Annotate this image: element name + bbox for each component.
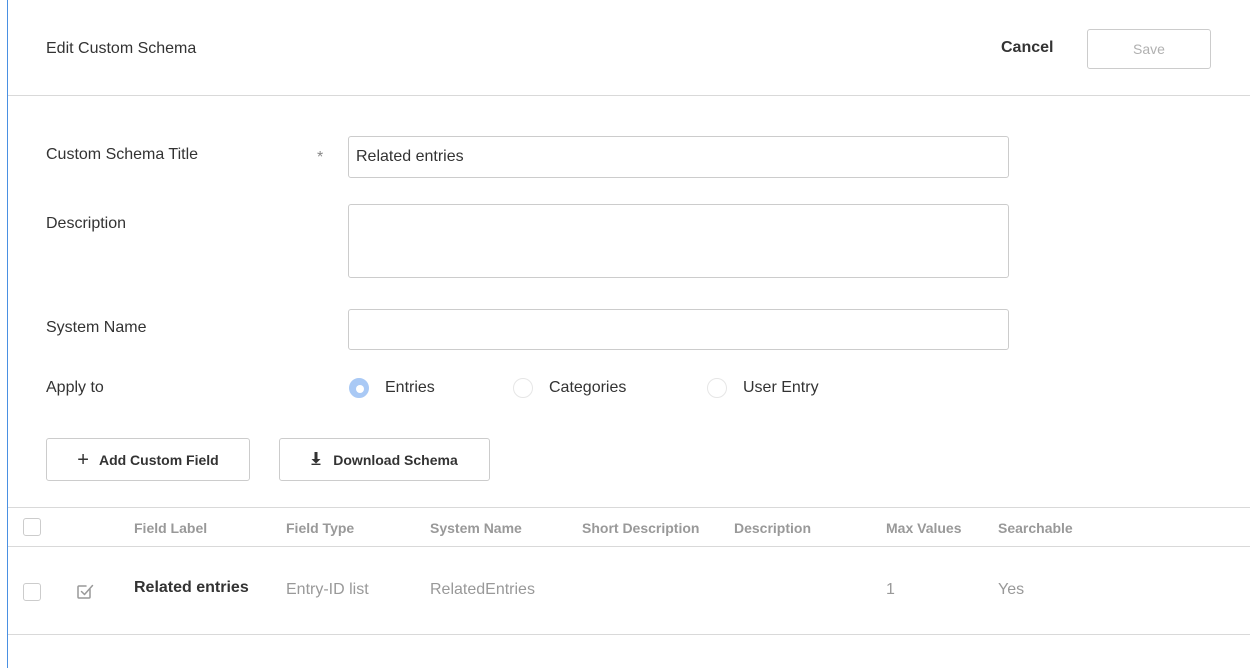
row-field-type: Entry-ID list xyxy=(286,581,369,598)
column-header-searchable: Searchable xyxy=(998,520,1073,536)
select-all-checkbox[interactable] xyxy=(23,518,41,536)
column-header-description: Description xyxy=(734,520,812,536)
radio-button-entries[interactable] xyxy=(349,378,369,398)
row-system-name: RelatedEntries xyxy=(430,581,535,598)
apply-to-label: Apply to xyxy=(46,379,104,396)
row-max-values: 1 xyxy=(886,581,895,598)
column-header-max-values: Max Values xyxy=(886,520,962,536)
required-mark: * xyxy=(317,149,324,166)
download-schema-label: Download Schema xyxy=(333,451,458,468)
fields-table-header: Field Label Field Type System Name Short… xyxy=(8,507,1250,547)
column-header-field-type: Field Type xyxy=(286,520,355,536)
radio-option-entries[interactable]: Entries xyxy=(349,376,435,400)
row-checkbox[interactable] xyxy=(23,583,41,601)
page-title: Edit Custom Schema xyxy=(46,40,197,57)
column-header-short-description: Short Description xyxy=(582,520,700,536)
row-searchable: Yes xyxy=(998,581,1025,598)
custom-schema-title-label: Custom Schema Title xyxy=(46,146,199,163)
radio-button-categories[interactable] xyxy=(513,378,533,398)
radio-button-user-entry[interactable] xyxy=(707,378,727,398)
save-button[interactable]: Save xyxy=(1087,29,1211,69)
description-label: Description xyxy=(46,215,127,232)
row-field-label[interactable]: Related entries xyxy=(134,579,249,597)
description-textarea[interactable] xyxy=(348,204,1009,278)
column-header-system-name: System Name xyxy=(430,520,522,536)
add-custom-field-button[interactable]: + Add Custom Field xyxy=(46,438,250,481)
custom-schema-title-input[interactable] xyxy=(348,136,1009,178)
table-row[interactable]: Related entries Entry-ID list RelatedEnt… xyxy=(8,546,1250,635)
add-custom-field-label: Add Custom Field xyxy=(98,451,219,468)
cancel-button[interactable]: Cancel xyxy=(1001,39,1053,57)
download-arrow-icon xyxy=(311,452,321,467)
column-header-field-label: Field Label xyxy=(134,520,208,536)
edit-check-icon[interactable] xyxy=(76,582,94,600)
system-name-input[interactable] xyxy=(348,309,1009,350)
radio-label-entries: Entries xyxy=(385,379,435,396)
page-header: Edit Custom Schema Cancel Save xyxy=(8,0,1250,96)
radio-option-categories[interactable]: Categories xyxy=(513,376,626,400)
download-schema-button[interactable]: Download Schema xyxy=(279,438,490,481)
radio-label-user-entry: User Entry xyxy=(743,379,819,396)
plus-icon: + xyxy=(77,448,89,471)
system-name-label: System Name xyxy=(46,319,147,336)
radio-label-categories: Categories xyxy=(549,379,627,396)
radio-option-user-entry[interactable]: User Entry xyxy=(707,376,819,400)
